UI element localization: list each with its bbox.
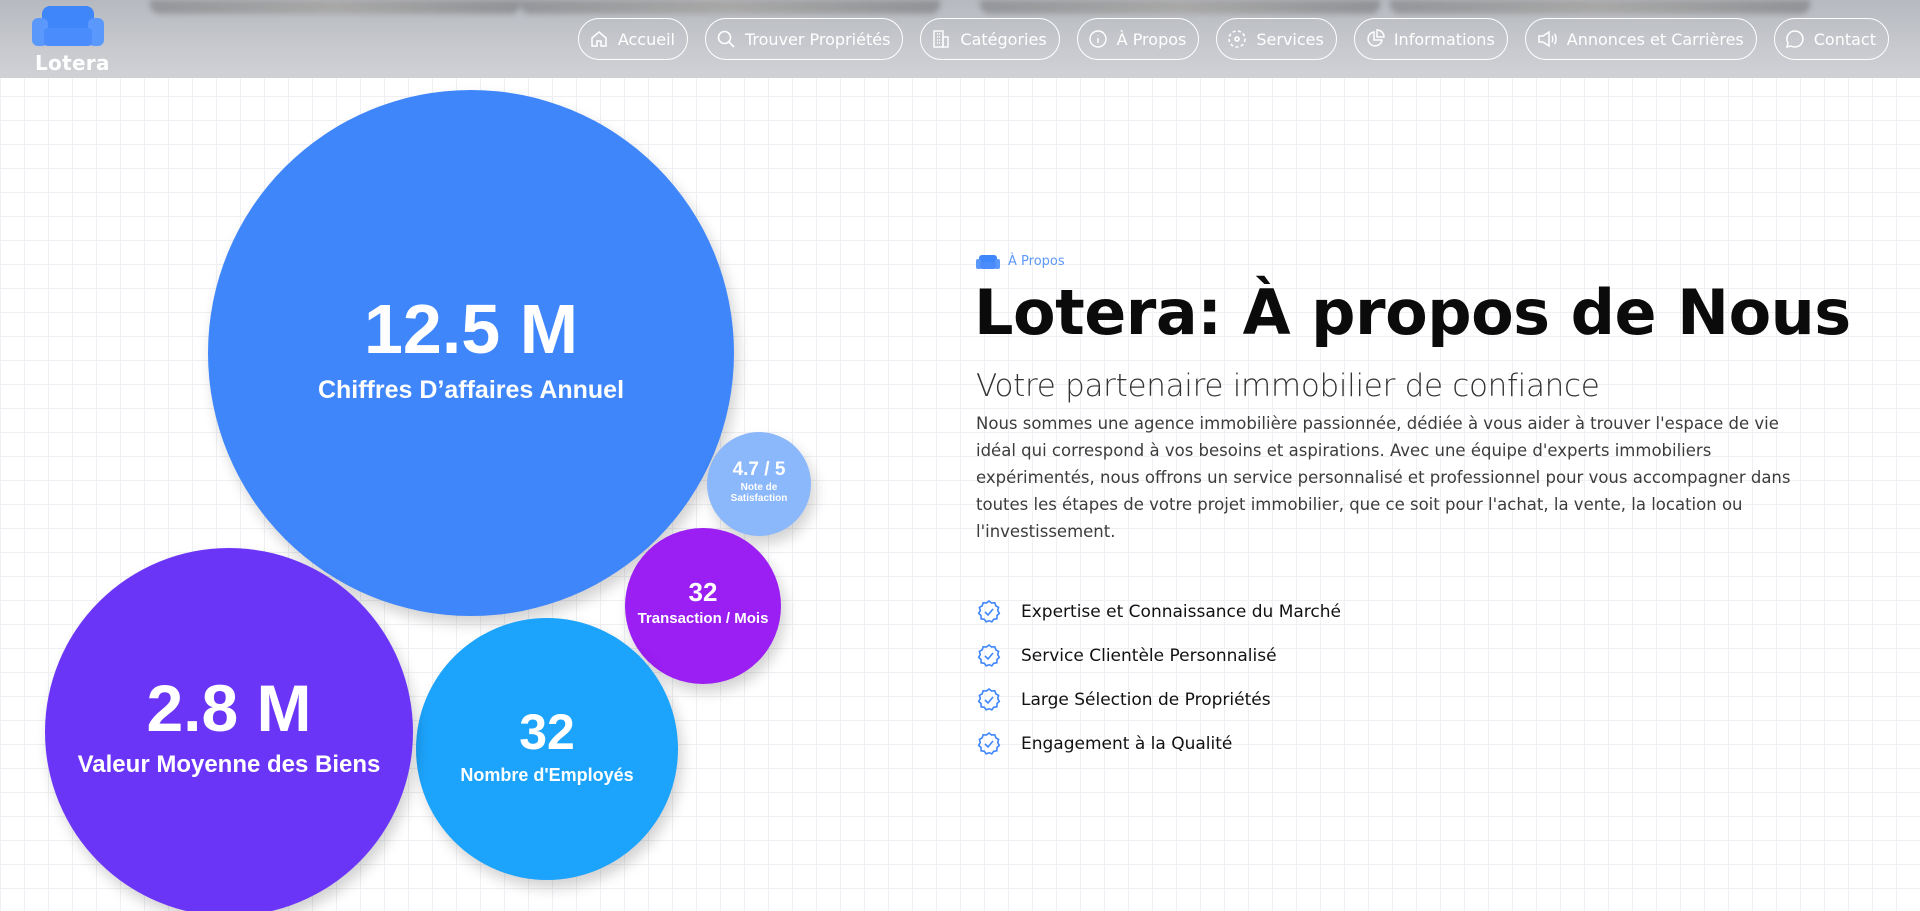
nav-label: À Propos	[1116, 29, 1187, 49]
eyebrow-label: À Propos	[1008, 254, 1065, 269]
nav-item-contact[interactable]: Contact	[1773, 18, 1889, 60]
nav-item-accueil[interactable]: Accueil	[577, 18, 688, 60]
feature-item: Expertise et Connaissance du Marché	[976, 590, 1341, 634]
nav-item-a-propos[interactable]: À Propos	[1076, 18, 1200, 60]
stat-label: Valeur Moyenne des Biens	[77, 751, 381, 778]
feature-item: Large Sélection de Propriétés	[976, 678, 1341, 722]
nav-label: Services	[1256, 29, 1324, 49]
page-title: Lotera: À propos de Nous	[974, 276, 1851, 349]
stat-bubble-transactions: 32 Transaction / Mois	[625, 528, 781, 684]
nav-label: Informations	[1393, 29, 1495, 49]
feature-list: Expertise et Connaissance du Marché Serv…	[976, 590, 1341, 766]
brand-logo[interactable]: Lotera	[30, 4, 110, 75]
stat-bubble-average-value: 2.8 M Valeur Moyenne des Biens	[45, 548, 413, 911]
stat-bubble-employees: 32 Nombre d'Employés	[416, 618, 678, 880]
blurred-header-image	[150, 0, 520, 14]
about-description: Nous sommes une agence immobilière passi…	[976, 414, 1791, 541]
feature-label: Large Sélection de Propriétés	[1021, 690, 1271, 710]
nav-label: Catégories	[960, 29, 1047, 49]
badge-check-icon	[977, 687, 1001, 711]
sofa-logo-icon	[32, 6, 104, 46]
nav-label: Contact	[1813, 29, 1876, 49]
nav-label: Accueil	[617, 29, 675, 49]
megaphone-icon	[1538, 30, 1557, 48]
nav-item-categories[interactable]: Catégories	[920, 18, 1060, 60]
nav-label: Trouver Propriétés	[744, 29, 891, 49]
stat-label: Chiffres D’affaires Annuel	[317, 375, 625, 404]
stat-bubble-satisfaction: 4.7 / 5 Note de Satisfaction	[707, 432, 811, 536]
stat-value: 32	[688, 577, 718, 607]
pie-chart-icon	[1367, 29, 1385, 47]
main-nav: Accueil Trouver Propriétés Catégories À …	[577, 18, 1889, 60]
stat-label: Nombre d'Employés	[460, 764, 634, 785]
blurred-header-image	[520, 0, 940, 14]
blurred-header-image	[980, 0, 1380, 14]
nav-item-annonces-carrieres[interactable]: Annonces et Carrières	[1524, 18, 1757, 60]
nav-item-services[interactable]: Services	[1216, 18, 1337, 60]
nav-item-trouver-proprietes[interactable]: Trouver Propriétés	[704, 18, 904, 60]
chat-icon	[1785, 30, 1804, 49]
stat-value: 4.7 / 5	[732, 458, 786, 480]
brand-name: Lotera	[35, 51, 110, 75]
stat-value: 32	[519, 703, 575, 760]
nav-label: Annonces et Carrières	[1566, 29, 1744, 49]
blurred-header-image	[1390, 0, 1810, 14]
top-navigation-bar: Lotera Accueil Trouver Propriétés Catégo…	[0, 0, 1920, 78]
feature-item: Service Clientèle Personnalisé	[976, 634, 1341, 678]
feature-label: Engagement à la Qualité	[1021, 734, 1233, 754]
stat-bubble-revenue: 12.5 M Chiffres D’affaires Annuel	[208, 90, 734, 616]
page-subtitle: Votre partenaire immobilier de confiance	[976, 368, 1600, 404]
stat-label: Transaction / Mois	[637, 610, 769, 627]
info-icon	[1088, 30, 1107, 48]
badge-check-icon	[977, 643, 1001, 667]
stat-label: Note de Satisfaction	[730, 481, 788, 505]
feature-item: Engagement à la Qualité	[976, 722, 1341, 766]
stat-value: 12.5 M	[364, 289, 578, 368]
feature-label: Service Clientèle Personnalisé	[1021, 646, 1277, 666]
sofa-icon	[976, 254, 1000, 269]
section-eyebrow: À Propos	[976, 254, 1065, 269]
badge-check-icon	[977, 599, 1001, 623]
services-icon	[1228, 30, 1247, 48]
feature-label: Expertise et Connaissance du Marché	[1021, 602, 1342, 622]
nav-item-informations[interactable]: Informations	[1353, 18, 1508, 60]
badge-check-icon	[977, 731, 1001, 755]
search-icon	[717, 30, 735, 48]
home-icon	[591, 31, 607, 47]
stat-value: 2.8 M	[146, 671, 312, 745]
building-icon	[933, 30, 950, 48]
